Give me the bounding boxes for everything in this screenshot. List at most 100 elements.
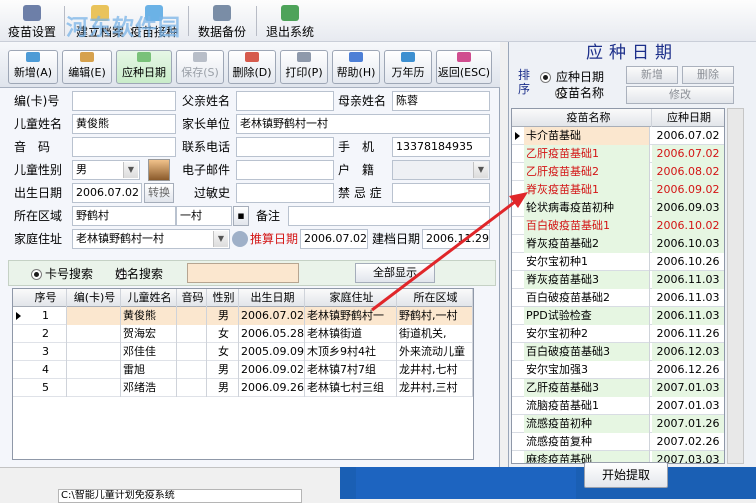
vaccine-row[interactable]: 脊灰疫苗基础1 2006.09.02 [512, 181, 724, 199]
chevron-down-icon[interactable]: ▼ [473, 162, 488, 178]
table-cell: 4 [23, 361, 67, 379]
note-field[interactable] [288, 206, 490, 226]
menu-exit[interactable]: 退出系统 [264, 2, 316, 40]
due-date-button[interactable]: 应种日期 [116, 50, 172, 84]
convert-button[interactable]: 转换 [144, 183, 174, 203]
child-name-field[interactable]: 黄俊熊 [72, 114, 176, 134]
vaccine-row[interactable]: 百白破疫苗基础2 2006.11.03 [512, 289, 724, 307]
delete-button[interactable]: 删除(D) [228, 50, 276, 84]
table-cell: 野鹤村,一村 [397, 307, 473, 325]
allergy-field[interactable] [236, 183, 334, 203]
print-button[interactable]: 打印(P) [280, 50, 328, 84]
add-button[interactable]: 新增(A) [8, 50, 58, 84]
vaccine-row[interactable]: 流脑疫苗基础1 2007.01.03 [512, 397, 724, 415]
vaccine-add-button[interactable]: 新增 [626, 66, 678, 84]
status-path-field[interactable]: C:\智能儿童计划免疫系统 [58, 489, 302, 503]
table-row[interactable]: 1 黄俊熊 男 2006.07.02 老林镇野鹤村一 野鹤村,一村 [13, 307, 473, 325]
vaccine-delete-button[interactable]: 删除 [682, 66, 734, 84]
due-date-cell: 2006.12.03 [652, 343, 724, 361]
table-row[interactable]: 5 邓绪浩 男 2006.09.26 老林镇七村三组 龙井村,三村 [13, 379, 473, 397]
vaccine-row[interactable]: 安尔宝初种2 2006.11.26 [512, 325, 724, 343]
show-all-button[interactable]: 全部显示 [355, 263, 435, 283]
mother-field[interactable]: 陈蓉 [392, 91, 490, 111]
address-select[interactable]: 老林镇野鹤村一村 ▼ [72, 229, 230, 249]
help-button[interactable]: 帮助(H) [332, 50, 380, 84]
vertical-scrollbar[interactable] [727, 108, 744, 464]
vaccine-row[interactable]: PPD试验检查 2006.11.03 [512, 307, 724, 325]
father-field[interactable] [236, 91, 334, 111]
child-avatar[interactable] [148, 159, 170, 181]
parent-work-field[interactable]: 老林镇野鹤村一村 [236, 114, 490, 134]
archive-date-field[interactable]: 2006.11.29 [422, 229, 490, 249]
vaccine-row[interactable]: 乙肝疫苗基础2 2006.08.02 [512, 163, 724, 181]
card-id-field[interactable] [72, 91, 176, 111]
save-button[interactable]: 保存(S) [176, 50, 224, 84]
vaccine-row[interactable]: 轮状病毒疫苗初种 2006.09.03 [512, 199, 724, 217]
vaccine-row[interactable]: 乙肝疫苗基础3 2007.01.03 [512, 379, 724, 397]
vaccine-row[interactable]: 卡介苗基础 2006.07.02 [512, 127, 724, 145]
contact-field[interactable] [236, 137, 334, 157]
col-header[interactable]: 家庭住址 [305, 289, 397, 307]
sort-by-date-radio[interactable] [540, 72, 551, 83]
chevron-down-icon[interactable]: ▼ [123, 162, 138, 178]
search-input[interactable] [187, 263, 299, 283]
region-sub-field[interactable]: 一村 [176, 206, 232, 226]
huji-select[interactable]: ▼ [392, 160, 490, 180]
table-cell: 2005.09.09 [239, 343, 305, 361]
table-cell: 2006.09.02 [239, 361, 305, 379]
birth-date-field[interactable]: 2006.07.02 [72, 183, 142, 203]
search-by-card-radio[interactable] [31, 269, 42, 280]
table-cell: 5 [23, 379, 67, 397]
vaccine-name-cell: 乙肝疫苗基础1 [524, 145, 650, 163]
due-date-cell: 2006.11.03 [656, 291, 720, 304]
email-field[interactable] [236, 160, 334, 180]
col-header[interactable]: 性别 [207, 289, 239, 307]
table-cell: 老林镇七村三组 [305, 379, 397, 397]
table-row[interactable]: 4 雷旭 男 2006.09.02 老林镇7村7组 龙井村,七村 [13, 361, 473, 379]
start-extract-button[interactable]: 开始提取 [584, 462, 668, 488]
vaccine-row[interactable]: 安尔宝初种1 2006.10.26 [512, 253, 724, 271]
table-cell [67, 379, 121, 397]
col-header[interactable]: 所在区域 [397, 289, 473, 307]
save-icon [193, 52, 207, 62]
return-button[interactable]: 返回(ESC) [436, 50, 492, 84]
vaccine-name-cell: 脊灰疫苗基础3 [524, 271, 650, 289]
table-row[interactable]: 2 贺海宏 女 2006.05.28 老林镇街道 街道机关, [13, 325, 473, 343]
col-header[interactable]: 编(卡)号 [67, 289, 121, 307]
vaccine-row[interactable]: 脊灰疫苗基础2 2006.10.03 [512, 235, 724, 253]
table-row[interactable]: 3 邓佳佳 女 2005.09.09 木顶乡9村4社 外来流动儿童 [13, 343, 473, 361]
vaccine-name-cell: PPD试验检查 [524, 307, 650, 325]
region-picker-icon[interactable]: ▪ [233, 206, 249, 226]
refresh-icon[interactable] [232, 231, 248, 247]
col-header[interactable]: 儿童姓名 [121, 289, 177, 307]
table-cell: 邓佳佳 [121, 343, 177, 361]
taboo-field[interactable] [392, 183, 490, 203]
chevron-down-icon[interactable]: ▼ [213, 231, 228, 247]
vaccine-row[interactable]: 百白破疫苗基础3 2006.12.03 [512, 343, 724, 361]
calendar-button[interactable]: 万年历 [384, 50, 432, 84]
region-field[interactable]: 野鹤村 [72, 206, 176, 226]
sex-select[interactable]: 男 ▼ [72, 160, 140, 180]
label-child-name: 儿童姓名 [14, 117, 63, 131]
vaccine-row[interactable]: 百白破疫苗基础1 2006.10.02 [512, 217, 724, 235]
label-calc-date: 推算日期 [250, 232, 299, 246]
children-table: 序号编(卡)号儿童姓名音码性别出生日期家庭住址所在区域父 1黄俊熊男2006.0… [12, 288, 474, 460]
vaccine-name-cell: 乙肝疫苗基础3 [524, 379, 650, 397]
due-date-cell: 2007.02.26 [656, 435, 720, 448]
vaccine-row[interactable]: 流感疫苗复种 2007.02.26 [512, 433, 724, 451]
col-header[interactable]: 序号 [23, 289, 67, 307]
col-header[interactable]: 音码 [177, 289, 207, 307]
vaccine-row[interactable]: 安尔宝加强3 2006.12.26 [512, 361, 724, 379]
edit-button[interactable]: 编辑(E) [62, 50, 112, 84]
pinyin-code-field[interactable] [72, 137, 176, 157]
vaccine-row[interactable]: 流感疫苗初种 2007.01.26 [512, 415, 724, 433]
vaccine-row[interactable]: 乙肝疫苗基础1 2006.07.02 [512, 145, 724, 163]
col-header[interactable]: 父 [473, 289, 474, 307]
mobile-field[interactable]: 13378184935 [392, 137, 490, 157]
calc-date-field[interactable]: 2006.07.02 [300, 229, 368, 249]
col-header[interactable]: 出生日期 [239, 289, 305, 307]
vaccine-edit-button[interactable]: 修改 [626, 86, 734, 104]
menu-backup[interactable]: 数据备份 [196, 2, 248, 40]
menu-vaccine-settings[interactable]: 疫苗设置 [6, 2, 58, 40]
vaccine-row[interactable]: 脊灰疫苗基础3 2006.11.03 [512, 271, 724, 289]
